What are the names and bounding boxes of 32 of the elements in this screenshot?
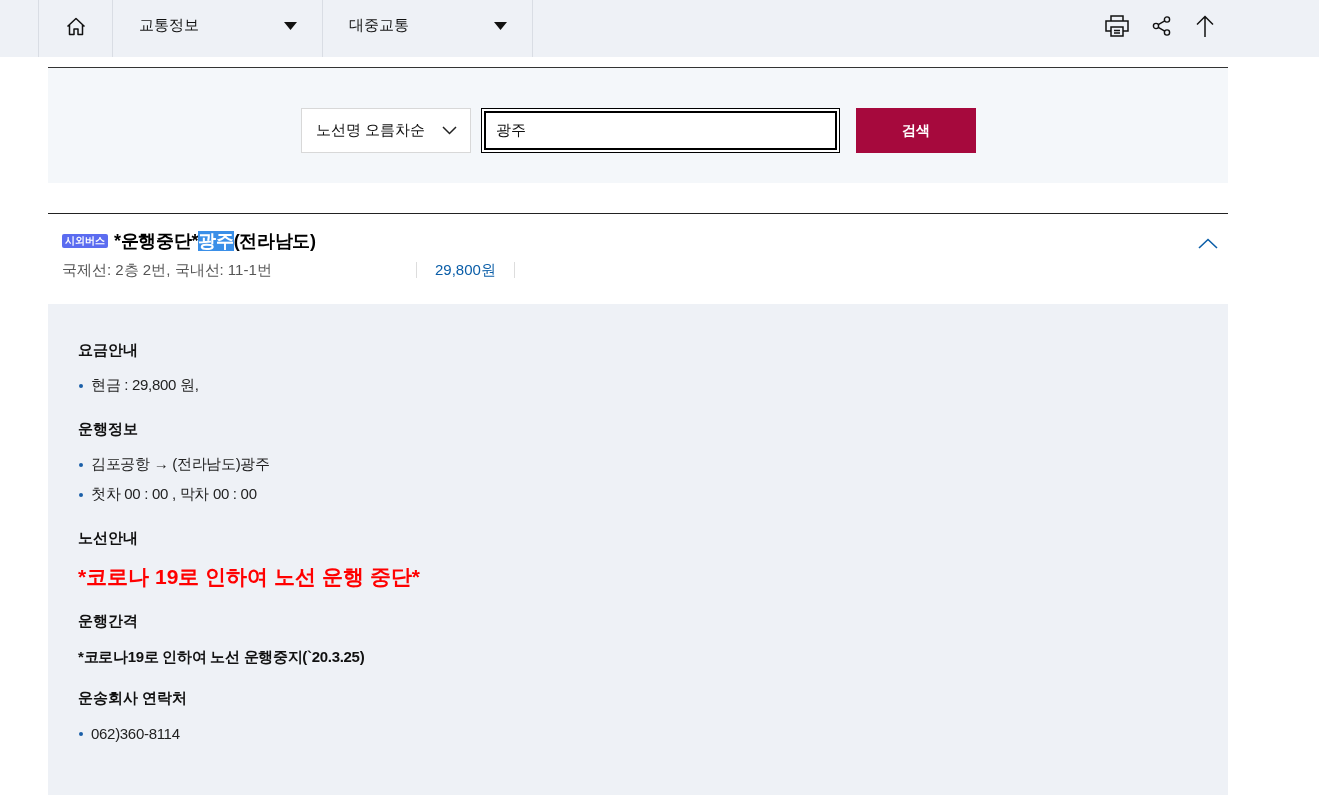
bullet-icon (79, 732, 83, 736)
up-arrow-icon[interactable] (1196, 14, 1214, 37)
category-badge: 시외버스 (62, 234, 108, 248)
bullet-icon (79, 384, 83, 388)
bullet-icon (79, 493, 83, 497)
route-title-link[interactable]: *운행중단*광주(전라남도) (114, 229, 316, 253)
section-heading: 요금안내 (78, 340, 138, 360)
menu-dropdown[interactable]: 대중교통 (322, 0, 532, 57)
section-heading: 운행정보 (78, 419, 138, 439)
section-heading: 운행간격 (78, 611, 138, 631)
info-text: *코로나19로 인하여 노선 운행중지(`20.3.25) (78, 647, 365, 667)
menu-dropdown[interactable]: 교통정보 (112, 0, 322, 57)
notice-text: *코로나 19로 인하여 노선 운행 중단* (78, 564, 420, 590)
section-heading: 운송회사 연락처 (78, 688, 188, 708)
search-field[interactable]: 광주 (480, 108, 840, 153)
info-text: 현금 : 29,800 원, (91, 375, 199, 395)
info-text: 김포공항 → (전라남도)광주 (91, 454, 270, 474)
sort-select[interactable]: 노선명 오름차순 (300, 108, 471, 153)
chevron-up-icon[interactable] (1198, 238, 1218, 249)
boarding-info: 국제선: 2층 2번, 국내선: 11-1번 (62, 260, 273, 280)
bullet-icon (79, 463, 83, 467)
share-icon[interactable] (1151, 15, 1171, 36)
search-button[interactable]: 검색 (855, 108, 976, 153)
fare-text: 29,800원 (435, 260, 496, 280)
chevron-down-icon (441, 126, 457, 135)
caret-icon (494, 21, 507, 30)
info-text: 062)360-8114 (91, 724, 180, 742)
caret-icon (284, 21, 297, 30)
home-icon (65, 17, 86, 36)
section-heading: 노선안내 (78, 528, 138, 548)
printer-icon[interactable] (1105, 14, 1129, 37)
info-text: 첫차 00 : 00 , 막차 00 : 00 (91, 484, 257, 504)
